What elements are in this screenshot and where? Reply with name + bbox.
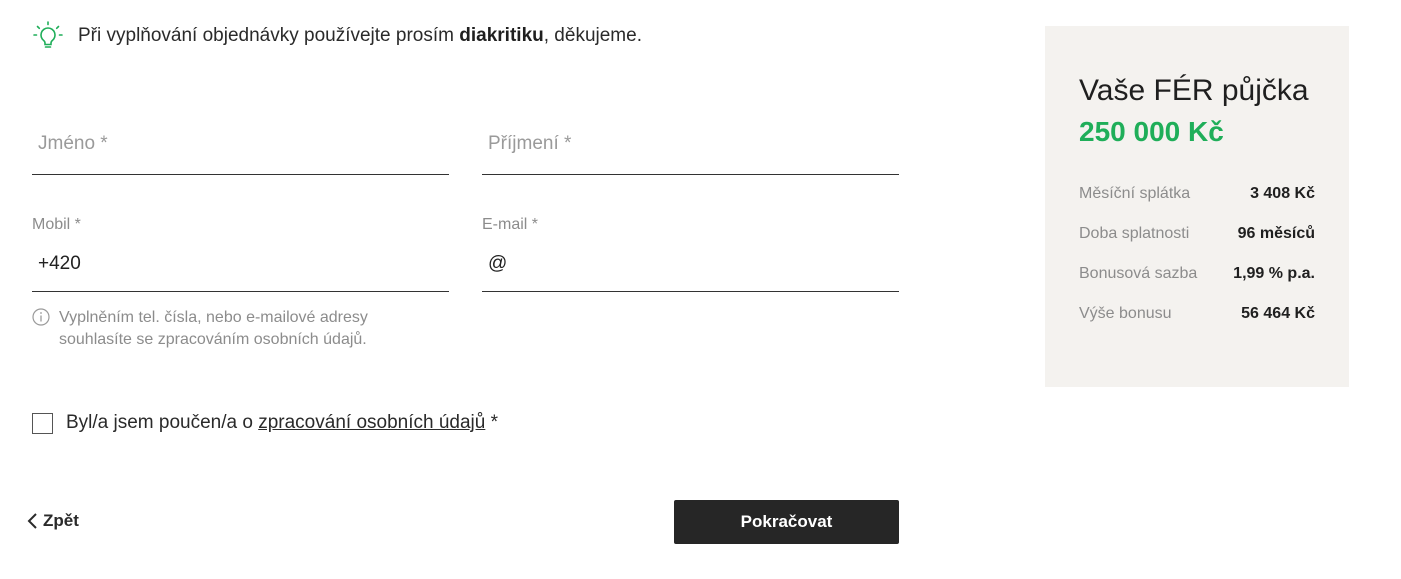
info-icon — [32, 308, 50, 326]
loan-summary-title: Vaše FÉR půjčka — [1079, 74, 1309, 107]
summary-row-value: 96 měsíců — [1237, 225, 1315, 242]
continue-button[interactable]: Pokračovat — [674, 500, 899, 544]
hint-prefix: Při vyplňování objednávky používejte pro… — [78, 25, 460, 46]
email-label: E-mail * — [482, 216, 539, 233]
consent-prefix: Byl/a jsem poučen/a o — [66, 412, 259, 433]
diacritics-hint: Při vyplňování objednávky používejte pro… — [32, 20, 642, 52]
summary-row-value: 3 408 Kč — [1250, 185, 1315, 202]
consent-suffix: * — [485, 412, 499, 433]
last-name-field[interactable]: Příjmení * — [482, 120, 899, 175]
consent-row: Byl/a jsem poučen/a o zpracování osobníc… — [32, 412, 498, 434]
hint-bold: diakritiku — [459, 25, 544, 46]
summary-row-bonus-amount: Výše bonusu 56 464 Kč — [1079, 305, 1315, 323]
mobile-value: +420 — [38, 253, 81, 274]
continue-label: Pokračovat — [740, 512, 833, 531]
consent-checkbox[interactable] — [32, 412, 53, 434]
summary-row-label: Výše bonusu — [1079, 305, 1172, 322]
summary-row-bonus-rate: Bonusová sazba 1,99 % p.a. — [1079, 265, 1315, 283]
summary-row-value: 56 464 Kč — [1241, 305, 1315, 322]
privacy-policy-link[interactable]: zpracování osobních údajů — [258, 412, 485, 433]
loan-summary-card: Vaše FÉR půjčka 250 000 Kč Měsíční splát… — [1045, 26, 1349, 387]
chevron-left-icon — [26, 512, 40, 530]
summary-row-label: Bonusová sazba — [1079, 265, 1198, 282]
summary-row-term: Doba splatnosti 96 měsíců — [1079, 225, 1315, 243]
mobile-field[interactable]: +420 — [32, 240, 449, 292]
lightbulb-icon — [32, 20, 64, 52]
summary-row-label: Měsíční splátka — [1079, 185, 1191, 202]
back-label: Zpět — [43, 511, 79, 530]
last-name-placeholder: Příjmení * — [488, 133, 572, 154]
summary-row-monthly-payment: Měsíční splátka 3 408 Kč — [1079, 185, 1315, 203]
mobile-label: Mobil * — [32, 216, 81, 233]
first-name-placeholder: Jméno * — [38, 133, 108, 154]
info-line-2: souhlasíte se zpracováním osobních údajů… — [59, 331, 367, 348]
first-name-field[interactable]: Jméno * — [32, 120, 449, 175]
email-field[interactable]: @ — [482, 240, 899, 292]
info-text: Vyplněním tel. čísla, nebo e-mailové adr… — [59, 307, 368, 351]
hint-text: Při vyplňování objednávky používejte pro… — [78, 25, 642, 47]
summary-row-value: 1,99 % p.a. — [1233, 265, 1315, 282]
info-line-1: Vyplněním tel. čísla, nebo e-mailové adr… — [59, 309, 368, 326]
summary-row-label: Doba splatnosti — [1079, 225, 1190, 242]
consent-label: Byl/a jsem poučen/a o zpracování osobníc… — [66, 412, 498, 434]
email-value: @ — [488, 253, 508, 274]
loan-amount: 250 000 Kč — [1079, 116, 1224, 147]
back-button[interactable]: Zpět — [26, 511, 79, 531]
hint-suffix: , děkujeme. — [543, 25, 642, 46]
contact-consent-note: Vyplněním tel. čísla, nebo e-mailové adr… — [32, 307, 368, 351]
